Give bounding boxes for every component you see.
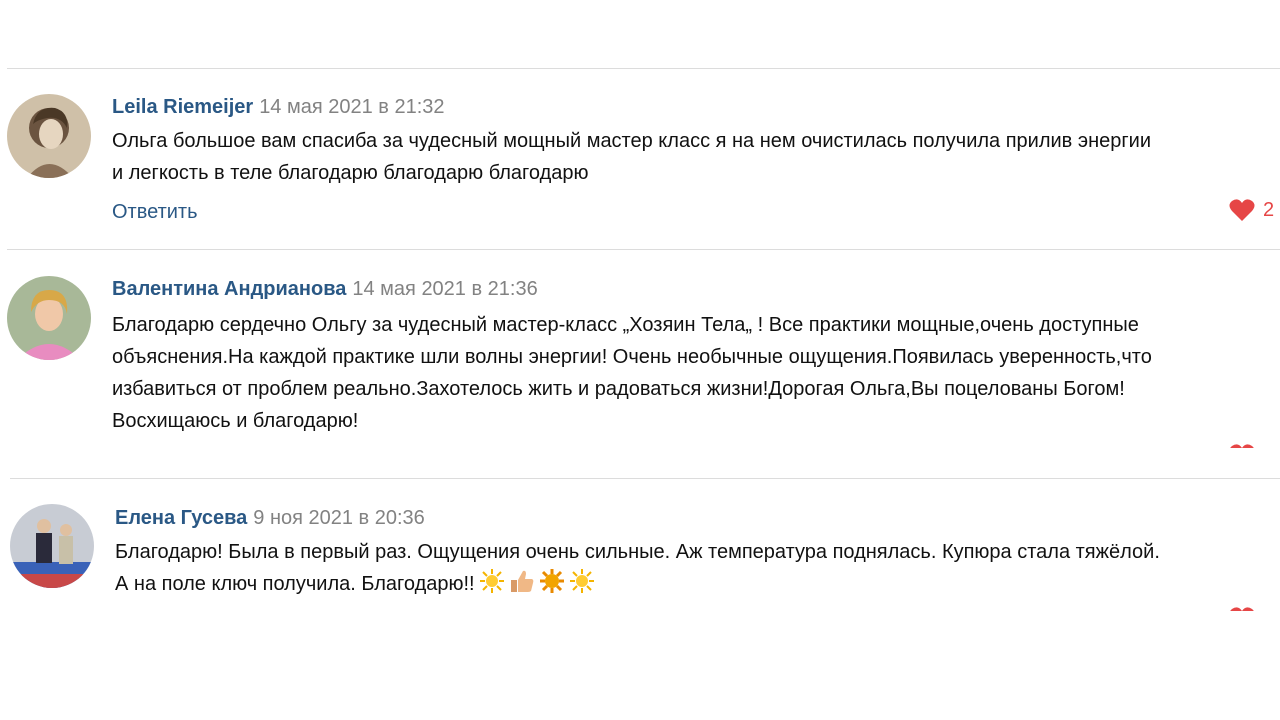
comment-item: Елена Гусева 9 ноя 2021 в 20:36 Благодарю…	[0, 479, 1280, 611]
reply-button[interactable]: Ответить	[112, 201, 198, 224]
comment-text-line: Восхищаюсь и благодарю!	[112, 410, 359, 432]
heart-icon	[1230, 444, 1254, 448]
author-name-link[interactable]: Leila Riemeijer	[112, 96, 253, 118]
comment-header: Leila Riemeijer 14 мая 2021 в 21:32	[112, 95, 445, 119]
comment-text-line: объяснения.На каждой практике шли волны …	[112, 346, 1152, 368]
comment-date[interactable]: 9 ноя 2021 в 20:36	[253, 507, 425, 529]
comment-header: Елена Гусева 9 ноя 2021 в 20:36	[115, 506, 425, 530]
comment-text-line: избавиться от проблем реально.Захотелось…	[112, 378, 1125, 400]
sun-emoji-icon	[539, 568, 565, 594]
avatar[interactable]	[7, 94, 91, 178]
like-button[interactable]	[1229, 606, 1255, 611]
comment-date[interactable]: 14 мая 2021 в 21:36	[352, 278, 537, 300]
comment-text: Благодарю! Была в первый раз. Ощущения о…	[115, 536, 1265, 600]
sun-emoji-icon	[569, 568, 595, 594]
comment-text-line: А на поле ключ получила. Благодарю!!	[115, 568, 1265, 600]
comment-text-line: и легкость в теле благодарю благодарю бл…	[112, 162, 589, 184]
heart-icon	[1230, 607, 1254, 611]
comment-date[interactable]: 14 мая 2021 в 21:32	[259, 96, 444, 118]
like-button[interactable]: 2	[1229, 198, 1274, 222]
comment-text-line: Благодарю сердечно Ольгу за чудесный мас…	[112, 314, 1139, 336]
avatar-photo-woman-sepia-icon	[7, 94, 91, 178]
comment-text: Благодарю сердечно Ольгу за чудесный мас…	[112, 309, 1262, 437]
avatar-photo-two-people-icon	[10, 504, 94, 588]
sun-emoji-icon	[479, 568, 505, 594]
comment-text-line: Ольга большое вам спасиба за чудесный мо…	[112, 130, 1151, 152]
like-count: 2	[1263, 198, 1275, 221]
comment-item: Leila Riemeijer 14 мая 2021 в 21:32 Ольга…	[0, 69, 1280, 249]
comment-text-line: Благодарю! Была в первый раз. Ощущения о…	[115, 541, 1160, 563]
like-button[interactable]	[1229, 443, 1255, 448]
avatar-photo-woman-pink-icon	[7, 276, 91, 360]
avatar[interactable]	[7, 276, 91, 360]
author-name-link[interactable]: Елена Гусева	[115, 507, 247, 529]
comment-header: Валентина Андрианова 14 мая 2021 в 21:36	[112, 277, 538, 301]
thumbs-up-emoji-icon	[509, 568, 535, 594]
comment-text-fragment: А на поле ключ получила. Благодарю!!	[115, 573, 475, 595]
avatar[interactable]	[10, 504, 94, 588]
comment-item: Валентина Андрианова 14 мая 2021 в 21:36 …	[0, 250, 1280, 448]
heart-icon	[1229, 199, 1255, 221]
author-name-link[interactable]: Валентина Андрианова	[112, 278, 346, 300]
comment-text: Ольга большое вам спасиба за чудесный мо…	[112, 125, 1262, 189]
